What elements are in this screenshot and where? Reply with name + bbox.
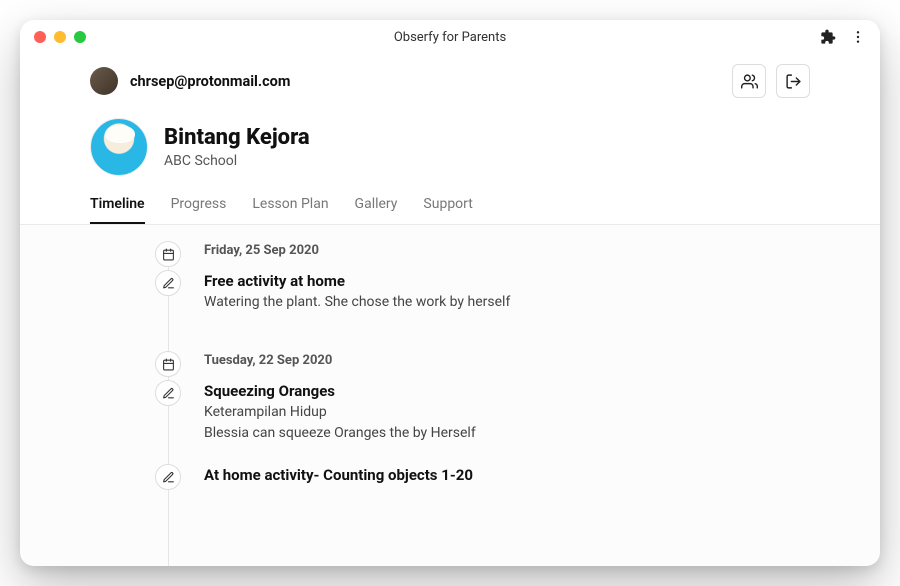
maximize-window-button[interactable]	[74, 31, 86, 43]
tab-timeline[interactable]: Timeline	[90, 196, 145, 224]
app-window: Obserfy for Parents chrsep@protonmail.co…	[20, 20, 880, 566]
timeline-date: Tuesday, 22 Sep 2020	[168, 353, 810, 368]
titlebar: Obserfy for Parents	[20, 20, 880, 54]
logout-button[interactable]	[776, 64, 810, 98]
user-avatar[interactable]	[90, 67, 118, 95]
timeline-entry-body: Watering the plant. She chose the work b…	[204, 292, 810, 313]
edit-icon[interactable]	[155, 270, 181, 296]
timeline-date-label: Tuesday, 22 Sep 2020	[204, 353, 810, 368]
edit-icon[interactable]	[155, 464, 181, 490]
timeline-date: Friday, 25 Sep 2020	[168, 243, 810, 258]
timeline-entry[interactable]: Free activity at home Watering the plant.…	[168, 272, 810, 313]
timeline-entry[interactable]: At home activity- Counting objects 1-20	[168, 466, 810, 484]
timeline-entry-title: Squeezing Oranges	[204, 382, 810, 400]
window-controls	[34, 31, 86, 43]
account-header: chrsep@protonmail.com	[20, 54, 880, 104]
close-window-button[interactable]	[34, 31, 46, 43]
switch-user-button[interactable]	[732, 64, 766, 98]
calendar-icon	[155, 241, 181, 267]
timeline-date-label: Friday, 25 Sep 2020	[204, 243, 810, 258]
timeline-entry-title: At home activity- Counting objects 1-20	[204, 466, 810, 484]
minimize-window-button[interactable]	[54, 31, 66, 43]
student-header: Bintang Kejora ABC School	[20, 104, 880, 186]
timeline-entry[interactable]: Squeezing Oranges Keterampilan HidupBless…	[168, 382, 810, 444]
timeline-panel: Friday, 25 Sep 2020 Free activity at home…	[20, 225, 880, 566]
window-title: Obserfy for Parents	[20, 30, 880, 45]
people-icon	[741, 73, 758, 90]
student-name: Bintang Kejora	[164, 125, 310, 151]
timeline-entry-title: Free activity at home	[204, 272, 810, 290]
calendar-icon	[155, 351, 181, 377]
tab-lesson-plan[interactable]: Lesson Plan	[252, 196, 328, 224]
user-email: chrsep@protonmail.com	[130, 73, 290, 90]
tab-gallery[interactable]: Gallery	[355, 196, 398, 224]
timeline-list: Friday, 25 Sep 2020 Free activity at home…	[168, 243, 810, 484]
content-area: chrsep@protonmail.com Bintang Kejora AB	[20, 54, 880, 566]
tab-bar: Timeline Progress Lesson Plan Gallery Su…	[20, 186, 880, 225]
timeline-entry-body: Keterampilan Hidup	[204, 402, 810, 423]
tab-progress[interactable]: Progress	[171, 196, 227, 224]
extensions-icon[interactable]	[820, 29, 836, 45]
student-avatar[interactable]	[90, 118, 148, 176]
logout-icon	[785, 73, 802, 90]
edit-icon[interactable]	[155, 380, 181, 406]
more-menu-icon[interactable]	[850, 29, 866, 45]
timeline-entry-body: Blessia can squeeze Oranges the by Herse…	[204, 423, 810, 444]
student-school: ABC School	[164, 153, 310, 169]
tab-support[interactable]: Support	[423, 196, 472, 224]
